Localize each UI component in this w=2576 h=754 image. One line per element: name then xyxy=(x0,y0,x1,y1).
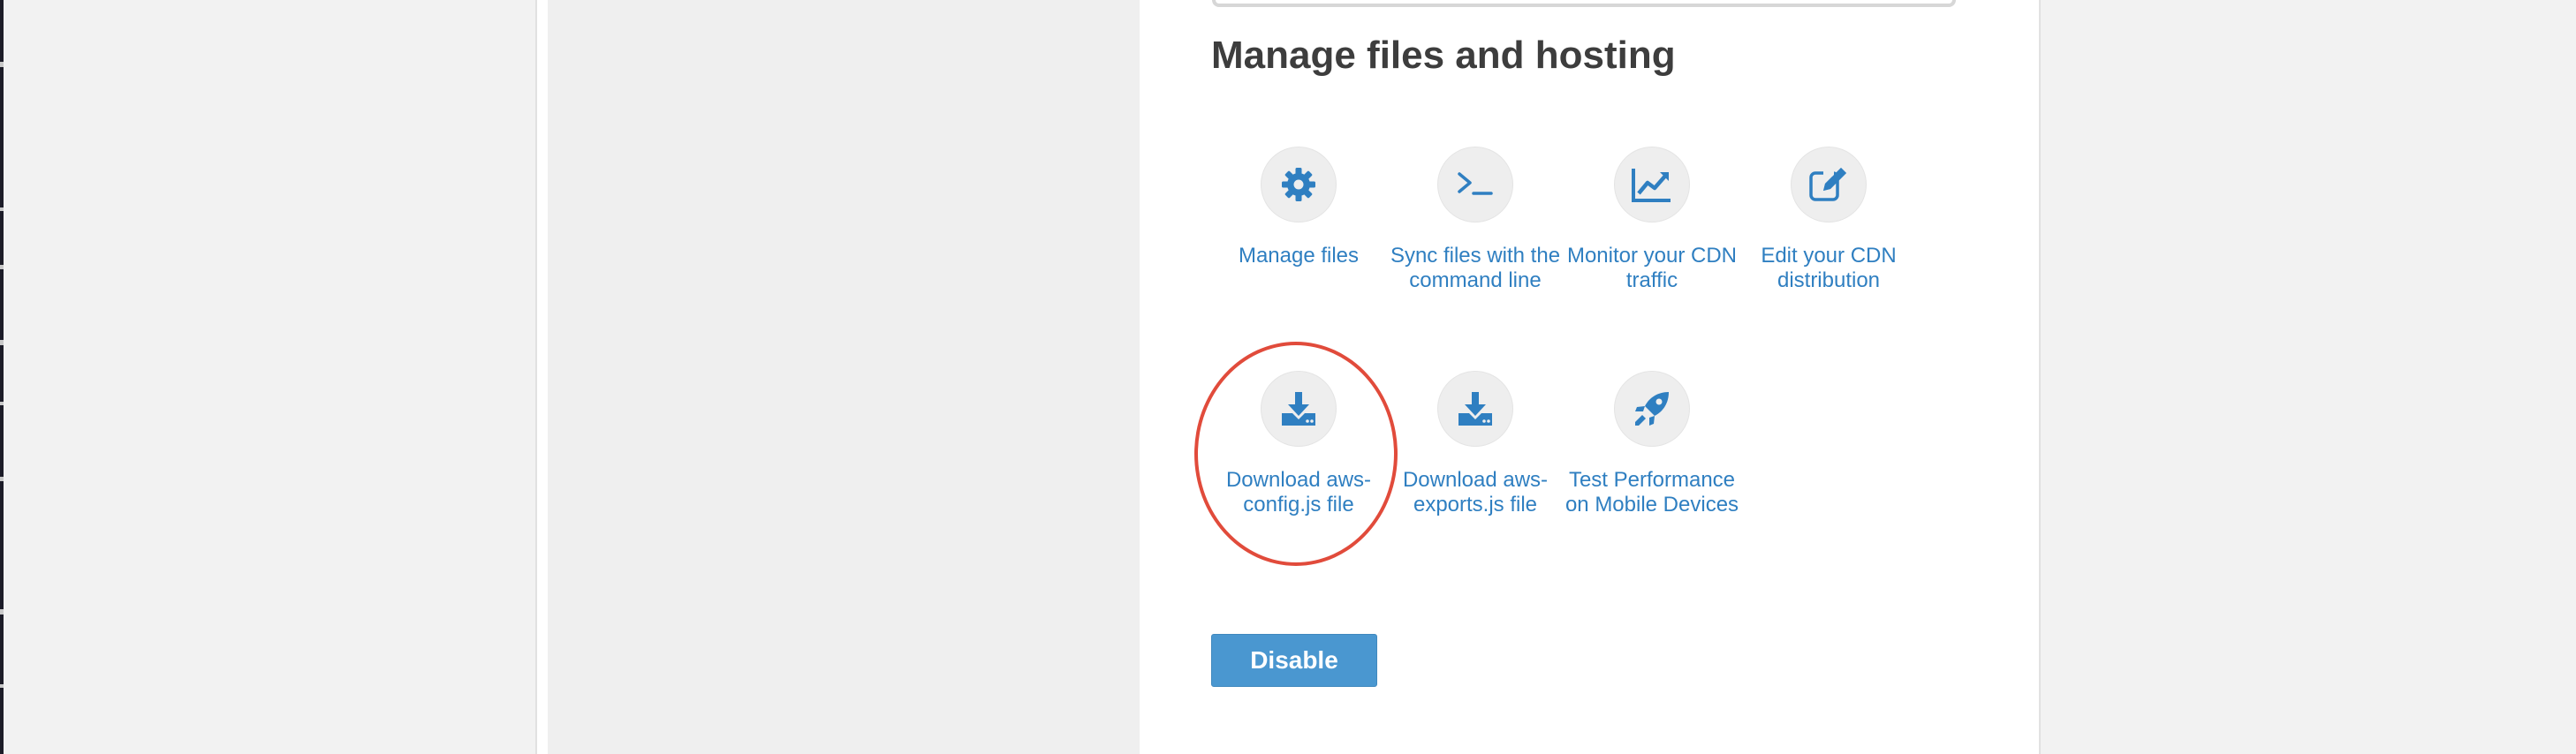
line-chart-icon xyxy=(1614,147,1690,222)
section-title: Manage files and hosting xyxy=(1211,34,1676,77)
disable-button[interactable]: Disable xyxy=(1211,634,1377,687)
panel-edge xyxy=(537,0,548,754)
edit-cdn-action[interactable]: Edit your CDN distribution xyxy=(1740,147,1917,293)
rocket-icon xyxy=(1614,371,1690,447)
app-window: Manage files and hosting Manage files Sy… xyxy=(0,0,2576,754)
monitor-cdn-action[interactable]: Monitor your CDN traffic xyxy=(1564,147,1740,293)
page-background-left xyxy=(4,0,535,754)
action-label: Edit your CDN distribution xyxy=(1761,244,1897,292)
download-tray-icon xyxy=(1437,371,1513,447)
test-performance-mobile-action[interactable]: Test Performance on Mobile Devices xyxy=(1564,371,1740,517)
manage-files-action[interactable]: Manage files xyxy=(1210,147,1387,268)
previous-section-box xyxy=(1212,0,1956,7)
action-label: Test Performance on Mobile Devices xyxy=(1565,468,1739,516)
action-label: Download aws-config.js file xyxy=(1225,468,1372,516)
action-label: Manage files xyxy=(1238,244,1360,268)
terminal-prompt-icon xyxy=(1437,147,1513,222)
action-label: Monitor your CDN traffic xyxy=(1566,244,1738,292)
action-label: Download aws-exports.js file xyxy=(1402,468,1549,516)
sync-files-action[interactable]: Sync files with the command line xyxy=(1387,147,1564,293)
edit-pencil-icon xyxy=(1791,147,1867,222)
download-tray-icon xyxy=(1261,371,1337,447)
gear-icon xyxy=(1261,147,1337,222)
action-label: Sync files with the command line xyxy=(1390,244,1561,292)
page-background-right xyxy=(2041,0,2576,754)
download-aws-exports-action[interactable]: Download aws-exports.js file xyxy=(1387,371,1564,517)
download-aws-config-action[interactable]: Download aws-config.js file xyxy=(1210,371,1387,517)
left-side-panel xyxy=(548,0,1140,754)
